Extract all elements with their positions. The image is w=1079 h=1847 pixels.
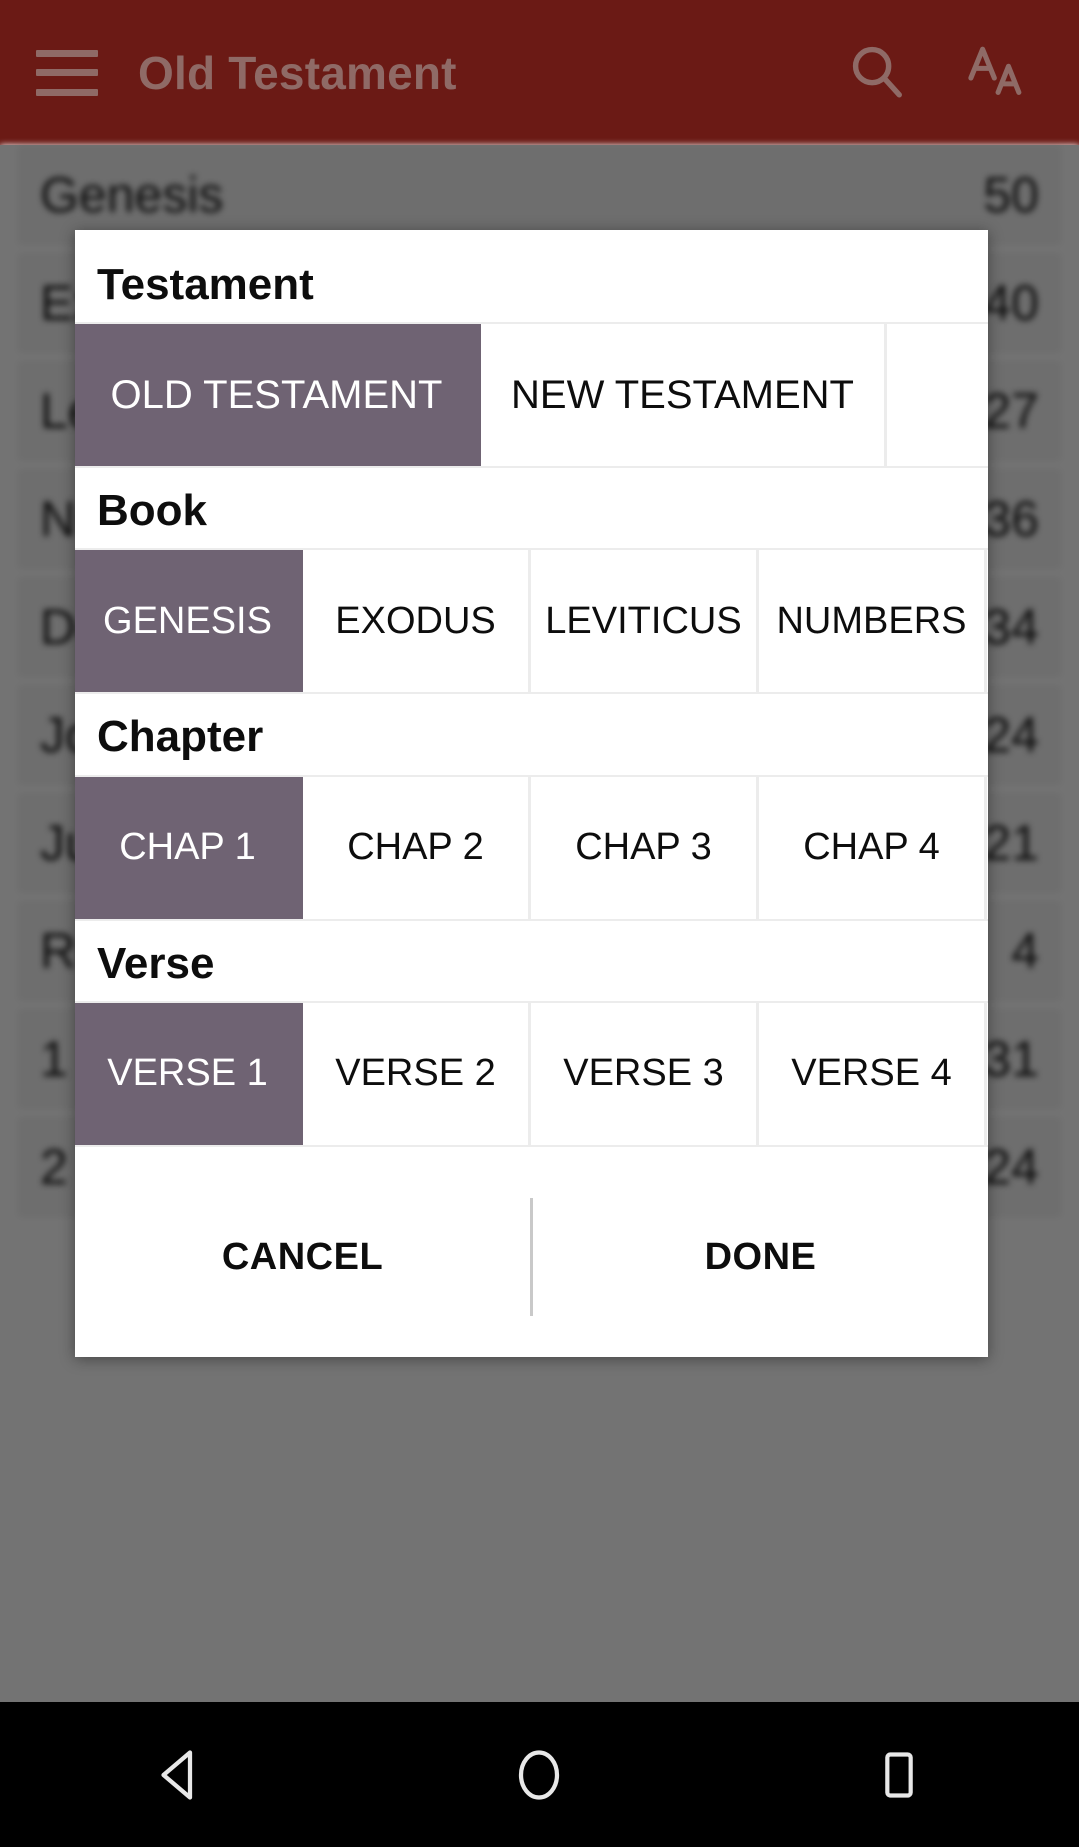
testament-option-new[interactable]: NEW TESTAMENT	[481, 324, 887, 467]
verse-option-3[interactable]: VERSE 3	[531, 1002, 759, 1145]
verse-option-4[interactable]: VERSE 4	[759, 1002, 987, 1145]
chapter-option-4[interactable]: CHAP 4	[759, 776, 987, 919]
scripture-picker-dialog: Testament OLD TESTAMENT NEW TESTAMENT Bo…	[75, 230, 988, 1357]
android-navigation-bar	[0, 1702, 1079, 1847]
font-size-icon[interactable]	[965, 38, 1029, 107]
cancel-button[interactable]: CANCEL	[75, 1157, 530, 1357]
section-title-testament: Testament	[97, 260, 314, 309]
dialog-actions: CANCEL DONE	[75, 1157, 988, 1357]
section-verse: Verse VERSE 1 VERSE 2 VERSE 3 VERSE 4	[75, 921, 988, 1147]
testament-options-row[interactable]: OLD TESTAMENT NEW TESTAMENT	[75, 322, 988, 469]
chapter-option-3[interactable]: CHAP 3	[531, 776, 759, 919]
section-testament: Testament OLD TESTAMENT NEW TESTAMENT	[75, 230, 988, 469]
section-title-book: Book	[97, 486, 207, 536]
search-icon[interactable]	[845, 39, 907, 106]
testament-option-old[interactable]: OLD TESTAMENT	[75, 324, 481, 467]
chapter-option-2[interactable]: CHAP 2	[303, 776, 531, 919]
home-circle-icon[interactable]	[449, 1702, 629, 1847]
book-option-genesis[interactable]: GENESIS	[75, 550, 303, 693]
section-book: Book GENESIS EXODUS LEVITICUS NUMBERS	[75, 468, 988, 695]
hamburger-menu-icon[interactable]	[36, 49, 98, 96]
chapter-options-row[interactable]: CHAP 1 CHAP 2 CHAP 3 CHAP 4	[75, 774, 988, 921]
book-option-exodus[interactable]: EXODUS	[303, 550, 531, 693]
back-triangle-icon[interactable]	[90, 1702, 270, 1847]
done-button[interactable]: DONE	[533, 1157, 988, 1357]
section-title-chapter: Chapter	[97, 712, 264, 762]
section-chapter: Chapter CHAP 1 CHAP 2 CHAP 3 CHAP 4	[75, 694, 988, 921]
chapter-option-1[interactable]: CHAP 1	[75, 776, 303, 919]
book-options-row[interactable]: GENESIS EXODUS LEVITICUS NUMBERS	[75, 548, 988, 695]
recents-square-icon[interactable]	[809, 1702, 989, 1847]
app-bar: Old Testament	[0, 0, 1079, 145]
book-option-numbers[interactable]: NUMBERS	[759, 550, 987, 693]
verse-option-2[interactable]: VERSE 2	[303, 1002, 531, 1145]
verse-options-row[interactable]: VERSE 1 VERSE 2 VERSE 3 VERSE 4	[75, 1000, 988, 1147]
section-title-verse: Verse	[97, 938, 215, 988]
screen: Old Testament Genesis50Exodus40Leviticus…	[0, 0, 1079, 1847]
verse-option-1[interactable]: VERSE 1	[75, 1002, 303, 1145]
book-option-leviticus[interactable]: LEVITICUS	[531, 550, 759, 693]
page-title: Old Testament	[138, 46, 457, 99]
